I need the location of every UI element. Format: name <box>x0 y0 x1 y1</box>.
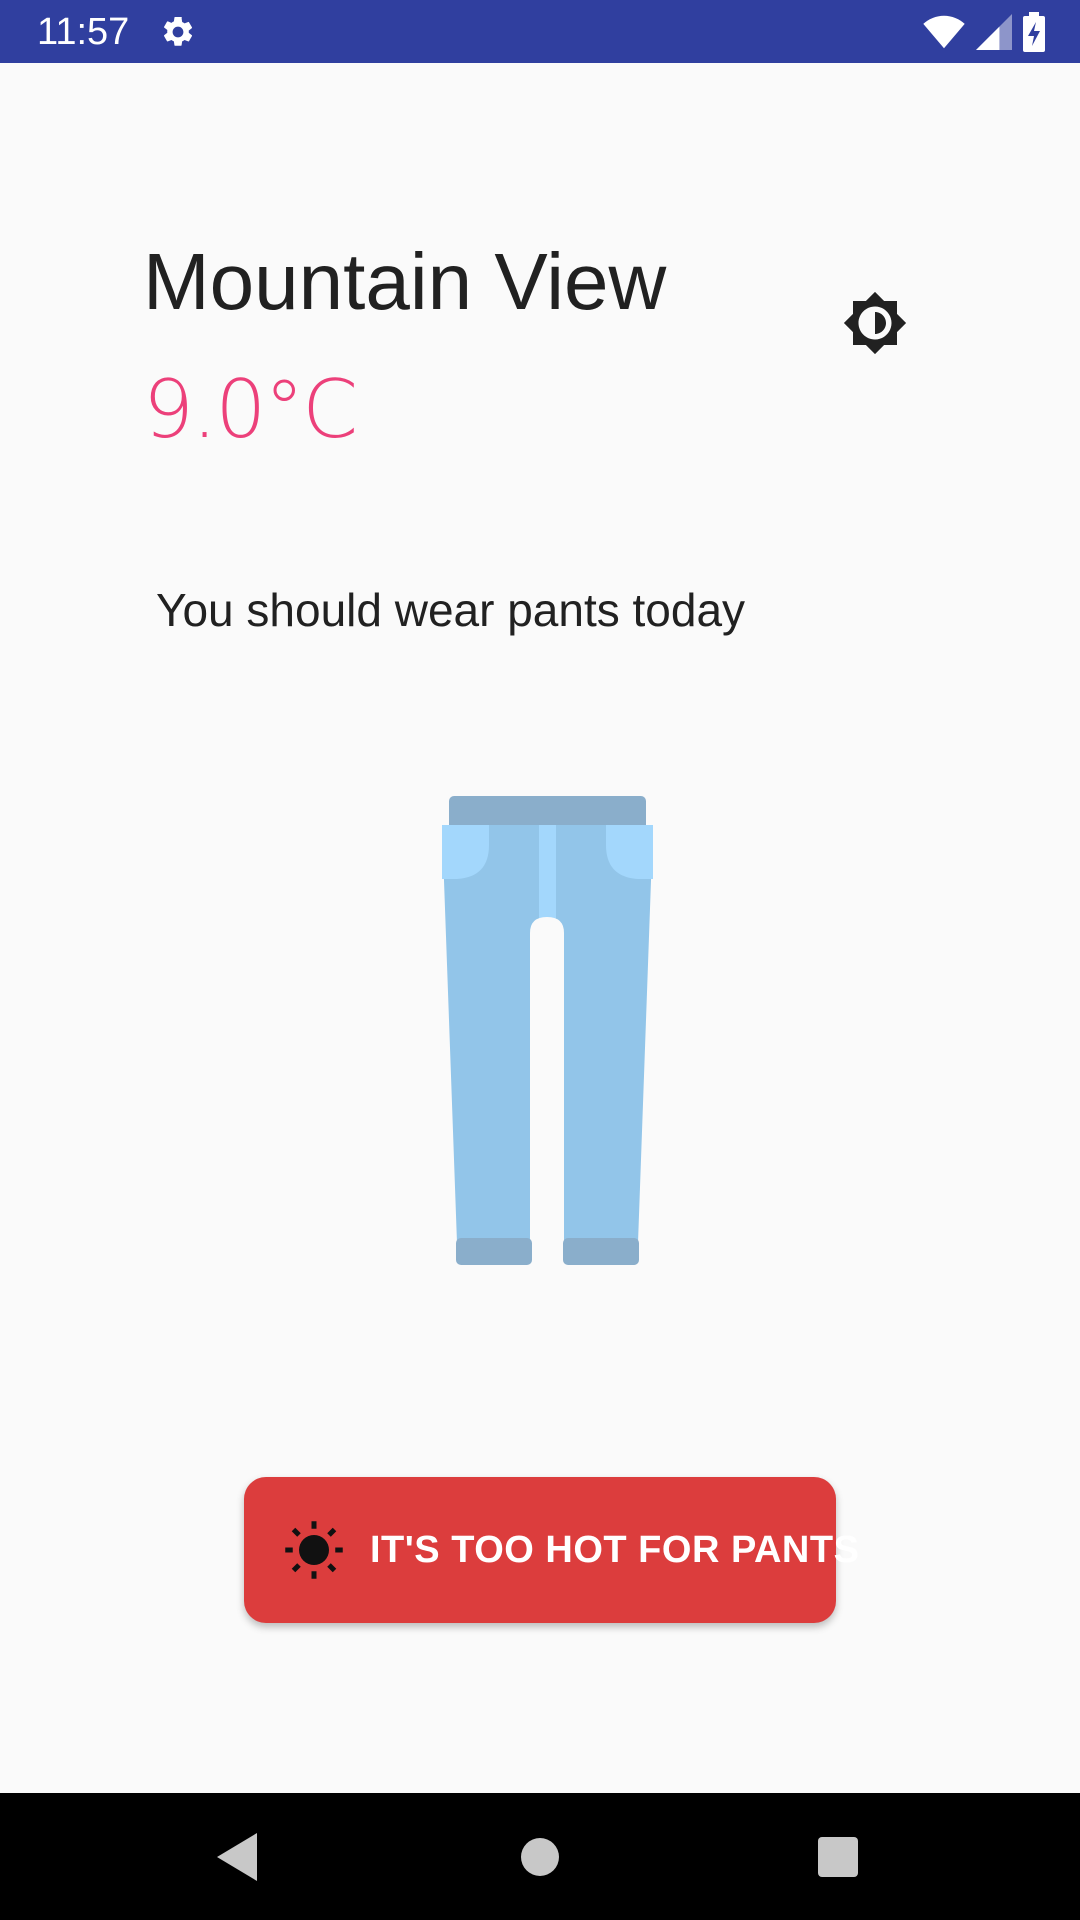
too-hot-button-label: IT'S TOO HOT FOR PANTS <box>370 1529 860 1571</box>
battery-charging-icon <box>1023 12 1045 52</box>
recommendation-text: You should wear pants today <box>156 584 746 636</box>
home-button[interactable] <box>509 1826 571 1888</box>
brightness-icon <box>843 291 907 355</box>
back-icon <box>217 1833 257 1881</box>
back-button[interactable] <box>208 1826 270 1888</box>
status-icons <box>922 12 1046 52</box>
pants-illustration <box>442 796 653 1265</box>
status-bar: 11:57 <box>0 0 1080 63</box>
theme-toggle-button[interactable] <box>838 286 912 360</box>
settings-icon <box>164 16 193 46</box>
wifi-icon <box>923 15 965 49</box>
navigation-bar <box>0 1793 1080 1920</box>
recents-icon <box>818 1837 858 1877</box>
recents-button[interactable] <box>807 1826 869 1888</box>
home-icon <box>521 1838 559 1876</box>
too-hot-button[interactable]: IT'S TOO HOT FOR PANTS <box>244 1477 859 1623</box>
status-time: 11:57 <box>37 11 130 53</box>
cellular-signal-icon <box>976 14 1012 50</box>
city-name: Mountain View <box>143 237 667 326</box>
sun-icon <box>285 1521 343 1579</box>
temperature: 9.0°C <box>143 363 358 456</box>
app-screen: 11:57 Mountain View 9.0°C You should wea… <box>0 0 1080 1920</box>
